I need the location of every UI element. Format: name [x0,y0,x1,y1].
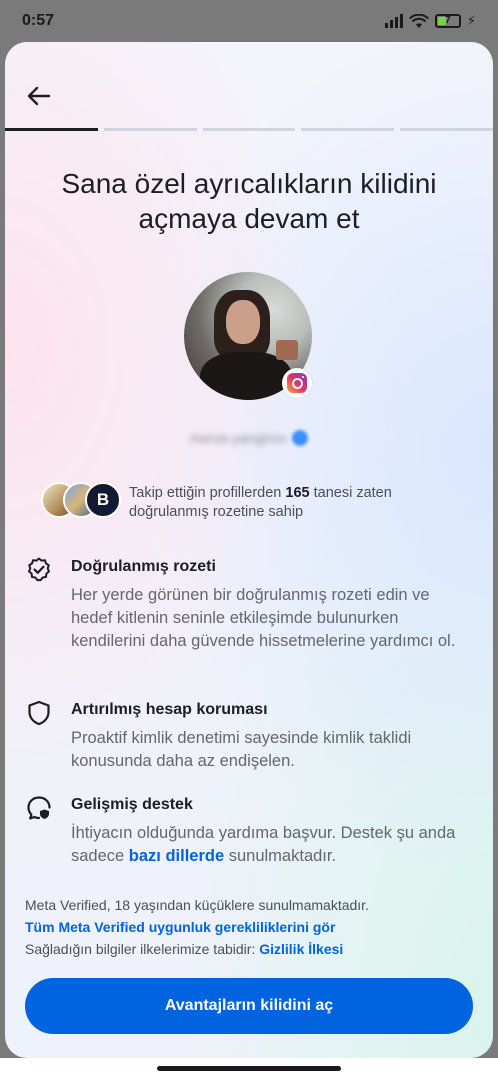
navigation-bar [0,1058,498,1080]
feature-description: İhtiyacın olduğunda yardıma başvur. Dest… [71,824,456,865]
progress-step [301,128,395,131]
privacy-policy-link[interactable]: Gizlilik İlkesi [259,941,343,957]
verified-icon [292,430,309,446]
signal-icon [384,14,403,28]
some-languages-link[interactable]: bazı dillerde [129,847,224,865]
username-row: merve.yangiron [5,430,493,446]
status-icons: 7 ⚡ [384,13,476,29]
followed-verified-text: Takip ettiğin profillerden 165 tanesi za… [129,485,392,520]
back-arrow-icon [27,86,51,106]
shield-icon [25,699,53,727]
wifi-icon [408,13,429,28]
avatar: B [85,482,121,518]
progress-step [103,128,197,131]
age-disclaimer: Meta Verified, 18 yaşından küçüklere sun… [25,897,369,913]
home-indicator[interactable] [157,1066,341,1071]
status-bar: 0:57 7 ⚡ [0,0,498,44]
battery-icon: 7 [434,14,461,28]
back-button[interactable] [25,82,53,110]
progress-step [202,128,296,131]
progress-step [5,128,98,131]
status-time: 0:57 [22,12,55,29]
privacy-note: Sağladığın bilgiler ilkelerimize tabidir… [25,941,344,957]
page-title: Sana özel ayrıcalıkların kilidini açmaya… [61,168,437,234]
profile-avatar-wrapper [184,272,312,400]
footer-disclaimer: Meta Verified, 18 yaşından küçüklere sun… [25,894,473,960]
step-progress [5,128,493,131]
verified-badge-icon [25,556,53,584]
eligibility-link[interactable]: Tüm Meta Verified uygunluk gereklilikler… [25,916,473,938]
feature-title: Gelişmiş destek [71,796,193,813]
followed-count: 165 [285,485,310,501]
username: merve.yangiron [189,430,287,446]
instagram-icon [282,368,312,398]
followed-verified-info: B Takip ettiğin profillerden 165 tanesi … [41,482,461,522]
support-icon [25,794,53,822]
progress-step [400,128,493,131]
unlock-benefits-button[interactable]: Avantajların kilidini aç [25,978,473,1034]
followed-avatars: B [41,482,121,518]
feature-title: Doğrulanmış rozeti [71,558,216,575]
bottom-sheet: Sana özel ayrıcalıkların kilidini açmaya… [5,42,493,1058]
feature-description: Proaktif kimlik denetimi sayesinde kimli… [71,729,412,770]
charging-icon: ⚡ [466,13,476,28]
feature-title: Artırılmış hesap koruması [71,701,268,718]
feature-description: Her yerde görünen bir doğrulanmış rozeti… [71,586,456,650]
